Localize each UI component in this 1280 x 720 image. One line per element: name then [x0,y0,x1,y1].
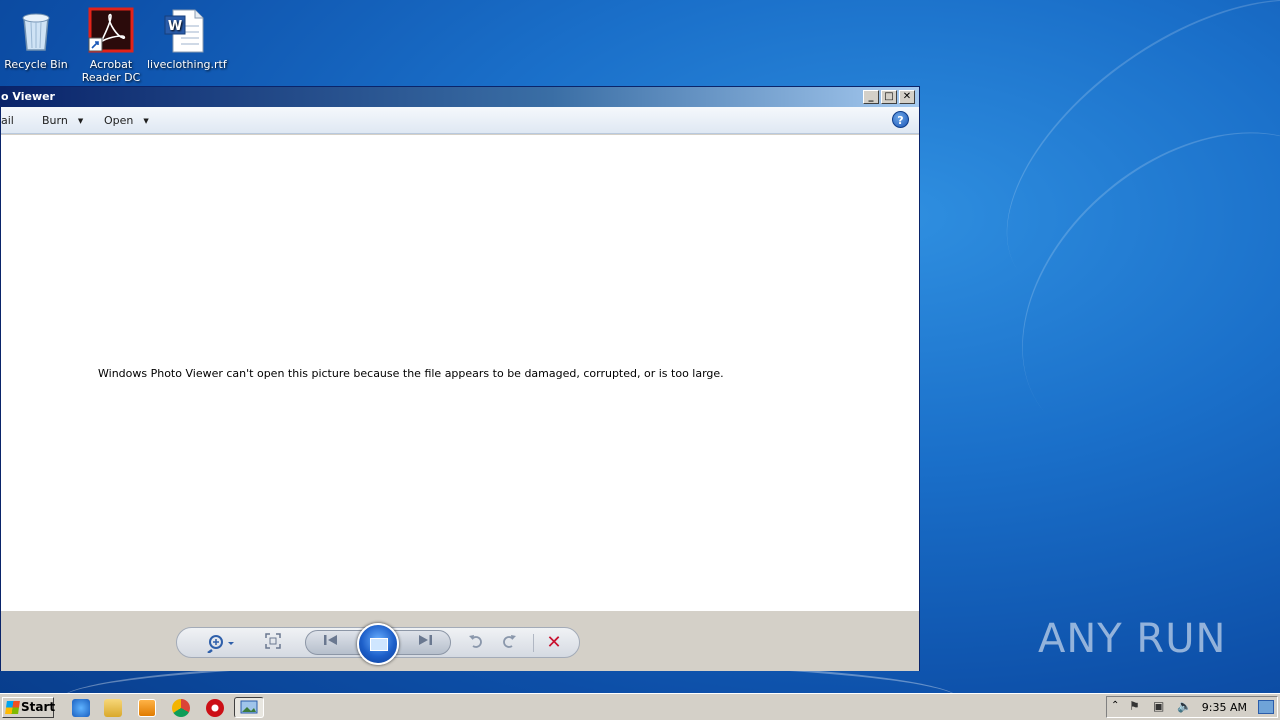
help-icon[interactable]: ? [892,111,909,128]
minimize-button[interactable]: _ [863,90,879,104]
actual-size-button[interactable] [263,633,283,653]
dropdown-arrow-icon: ▼ [143,117,149,125]
previous-icon [324,635,337,645]
delete-icon: ✕ [546,632,562,653]
zoom-icon [207,635,234,654]
command-bar: ail Burn ▼ Open ▼ ? [1,107,919,134]
word-document-icon: W [161,6,209,54]
desktop-icon-recycle-bin[interactable]: Recycle Bin [0,2,74,71]
anyrun-watermark: ANY RUN [1038,612,1226,663]
action-center-flag-icon[interactable]: ⚑ [1129,699,1140,713]
taskbar: Start ⌃ ⚑ ▣ 🔈 9:35 AM [0,693,1280,720]
zoom-button[interactable] [205,633,237,654]
slideshow-button[interactable] [357,623,399,665]
start-label: Start [21,700,56,714]
show-hidden-icons-icon[interactable]: ⌃ [1111,700,1119,711]
photo-viewer-taskbar-button[interactable] [234,697,264,718]
window-controls: _ □ ✕ [863,90,915,104]
burn-menu[interactable]: Burn ▼ [42,114,83,127]
control-bar: ✕ [176,623,580,665]
dropdown-arrow-icon: ▼ [77,117,84,125]
recycle-bin-icon [12,6,60,54]
error-message: Windows Photo Viewer can't open this pic… [98,367,724,380]
photo-viewer-icon [240,700,258,714]
playback-controls: ✕ [1,611,919,671]
title-bar[interactable]: o Viewer _ □ ✕ [1,87,919,107]
open-label: Open [104,114,134,127]
desktop-icon-label: Acrobat Reader DC [81,58,141,84]
desktop-icon-label: liveclothing.rtf [147,58,227,71]
clock[interactable]: 9:35 AM [1202,701,1247,714]
previous-button[interactable] [320,633,342,653]
desktop-icon-acrobat[interactable]: Acrobat Reader DC [73,2,149,84]
start-button[interactable]: Start [2,697,56,718]
windows-logo-icon [5,701,20,714]
svg-text:W: W [168,19,182,34]
photo-viewer-window: o Viewer _ □ ✕ ail Burn ▼ Open ▼ ? Windows… [0,86,920,671]
fit-window-icon [265,633,281,649]
open-menu[interactable]: Open ▼ [104,114,149,127]
close-button[interactable]: ✕ [899,90,915,104]
next-icon [419,635,432,645]
window-title: o Viewer [1,90,55,103]
maximize-button[interactable]: □ [881,90,897,104]
image-display-area: Windows Photo Viewer can't open this pic… [1,135,919,611]
delete-button[interactable]: ✕ [543,633,565,653]
desktop-icon-liveclothing[interactable]: W liveclothing.rtf [147,2,227,71]
show-desktop-icon[interactable] [1258,700,1274,714]
chrome-icon[interactable] [172,699,190,717]
slideshow-icon [370,638,388,651]
burn-label: Burn [42,114,68,127]
rotate-clockwise-button[interactable] [500,633,518,653]
volume-icon[interactable]: 🔈 [1177,699,1192,713]
watermark-text: ANY RUN [1038,616,1227,662]
opera-icon[interactable] [206,699,224,717]
system-tray: ⌃ ⚑ ▣ 🔈 9:35 AM [1106,696,1278,718]
desktop-icon-label: Recycle Bin [4,58,68,71]
acrobat-icon [87,6,135,54]
network-icon[interactable]: ▣ [1153,699,1164,713]
next-button[interactable] [414,633,436,653]
internet-explorer-icon[interactable] [72,699,90,717]
separator [533,634,534,652]
toolbar-email[interactable]: ail [1,114,14,127]
rotate-counterclockwise-button[interactable] [467,633,485,653]
rotate-right-icon [503,635,516,648]
media-player-icon[interactable] [138,699,156,717]
folder-icon[interactable] [104,699,122,717]
rotate-left-icon [469,635,482,648]
